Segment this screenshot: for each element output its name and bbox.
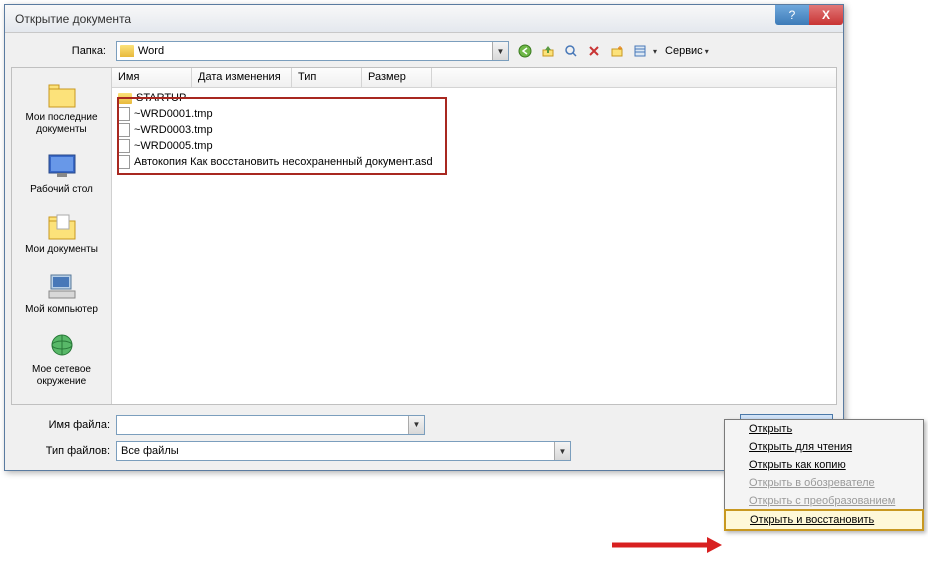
views-icon[interactable] <box>630 41 650 61</box>
folder-label: Папка: <box>15 45 110 57</box>
network-icon <box>44 330 80 362</box>
filetype-combo[interactable]: Все файлы ▼ <box>116 441 571 461</box>
sidebar-item-label: Мои документы <box>25 244 98 256</box>
back-icon[interactable] <box>515 41 535 61</box>
my-docs-icon <box>44 210 80 242</box>
col-type[interactable]: Тип <box>292 68 362 87</box>
service-button[interactable]: Сервис ▾ <box>660 42 714 60</box>
folder-row: Папка: Word ▼ <box>11 39 837 67</box>
open-dropdown-menu: Открыть Открыть для чтения Открыть как к… <box>724 419 924 531</box>
search-icon[interactable] <box>561 41 581 61</box>
menu-item-open-transform: Открыть с преобразованием <box>725 492 923 510</box>
titlebar-text: Открытие документа <box>15 12 131 26</box>
menu-item-open-readonly[interactable]: Открыть для чтения <box>725 438 923 456</box>
folder-combo-dropdown[interactable]: ▼ <box>492 42 508 60</box>
col-name[interactable]: Имя <box>112 68 192 87</box>
folder-combo[interactable]: Word ▼ <box>116 41 509 61</box>
views-chevron-icon[interactable]: ▾ <box>653 47 657 56</box>
filename-label: Имя файла: <box>15 419 110 431</box>
menu-item-open-copy[interactable]: Открыть как копию <box>725 456 923 474</box>
sidebar-item-mycomputer[interactable]: Мой компьютер <box>14 266 109 320</box>
menu-item-open-browser: Открыть в обозревателе <box>725 474 923 492</box>
delete-icon[interactable] <box>584 41 604 61</box>
filename-input[interactable]: ▼ <box>116 415 425 435</box>
folder-icon <box>120 45 134 57</box>
col-size[interactable]: Размер <box>362 68 432 87</box>
annotation-highlight-files <box>117 97 447 175</box>
sidebar-item-label: Мое сетевое окружение <box>16 364 107 388</box>
my-computer-icon <box>44 270 80 302</box>
sidebar-item-recent[interactable]: Мои последние документы <box>14 74 109 140</box>
chevron-down-icon: ▾ <box>705 47 709 56</box>
col-date[interactable]: Дата изменения <box>192 68 292 87</box>
desktop-icon <box>44 150 80 182</box>
col-spacer <box>432 68 836 87</box>
filename-dropdown[interactable]: ▼ <box>408 416 424 434</box>
menu-item-open[interactable]: Открыть <box>725 420 923 438</box>
recent-docs-icon <box>44 78 80 110</box>
sidebar-item-label: Рабочий стол <box>30 184 93 196</box>
list-header: Имя Дата изменения Тип Размер <box>112 68 836 88</box>
filetype-value: Все файлы <box>121 445 179 457</box>
up-icon[interactable] <box>538 41 558 61</box>
sidebar-item-mydocs[interactable]: Мои документы <box>14 206 109 260</box>
sidebar-item-label: Мой компьютер <box>25 304 98 316</box>
close-button[interactable]: X <box>809 5 843 25</box>
filetype-label: Тип файлов: <box>15 445 110 457</box>
annotation-arrow <box>612 537 722 553</box>
service-label: Сервис <box>665 45 703 57</box>
sidebar-item-desktop[interactable]: Рабочий стол <box>14 146 109 200</box>
menu-item-open-repair[interactable]: Открыть и восстановить <box>724 509 924 531</box>
sidebar-item-label: Мои последние документы <box>16 112 107 136</box>
filetype-row: Тип файлов: Все файлы ▼ <box>11 438 837 464</box>
new-folder-icon[interactable] <box>607 41 627 61</box>
open-file-dialog: Открытие документа ? X Папка: Word ▼ <box>4 4 844 471</box>
toolbar: ▾ Сервис ▾ <box>515 41 714 61</box>
help-button[interactable]: ? <box>775 5 809 25</box>
folder-combo-text: Word <box>138 45 488 57</box>
sidebar-item-network[interactable]: Мое сетевое окружение <box>14 326 109 392</box>
titlebar[interactable]: Открытие документа ? X <box>5 5 843 33</box>
filename-row: Имя файла: ▼ Открыть ▾ <box>11 411 837 438</box>
filetype-dropdown[interactable]: ▼ <box>554 442 570 460</box>
places-sidebar: Мои последние документы Рабочий стол Мои… <box>12 68 112 404</box>
